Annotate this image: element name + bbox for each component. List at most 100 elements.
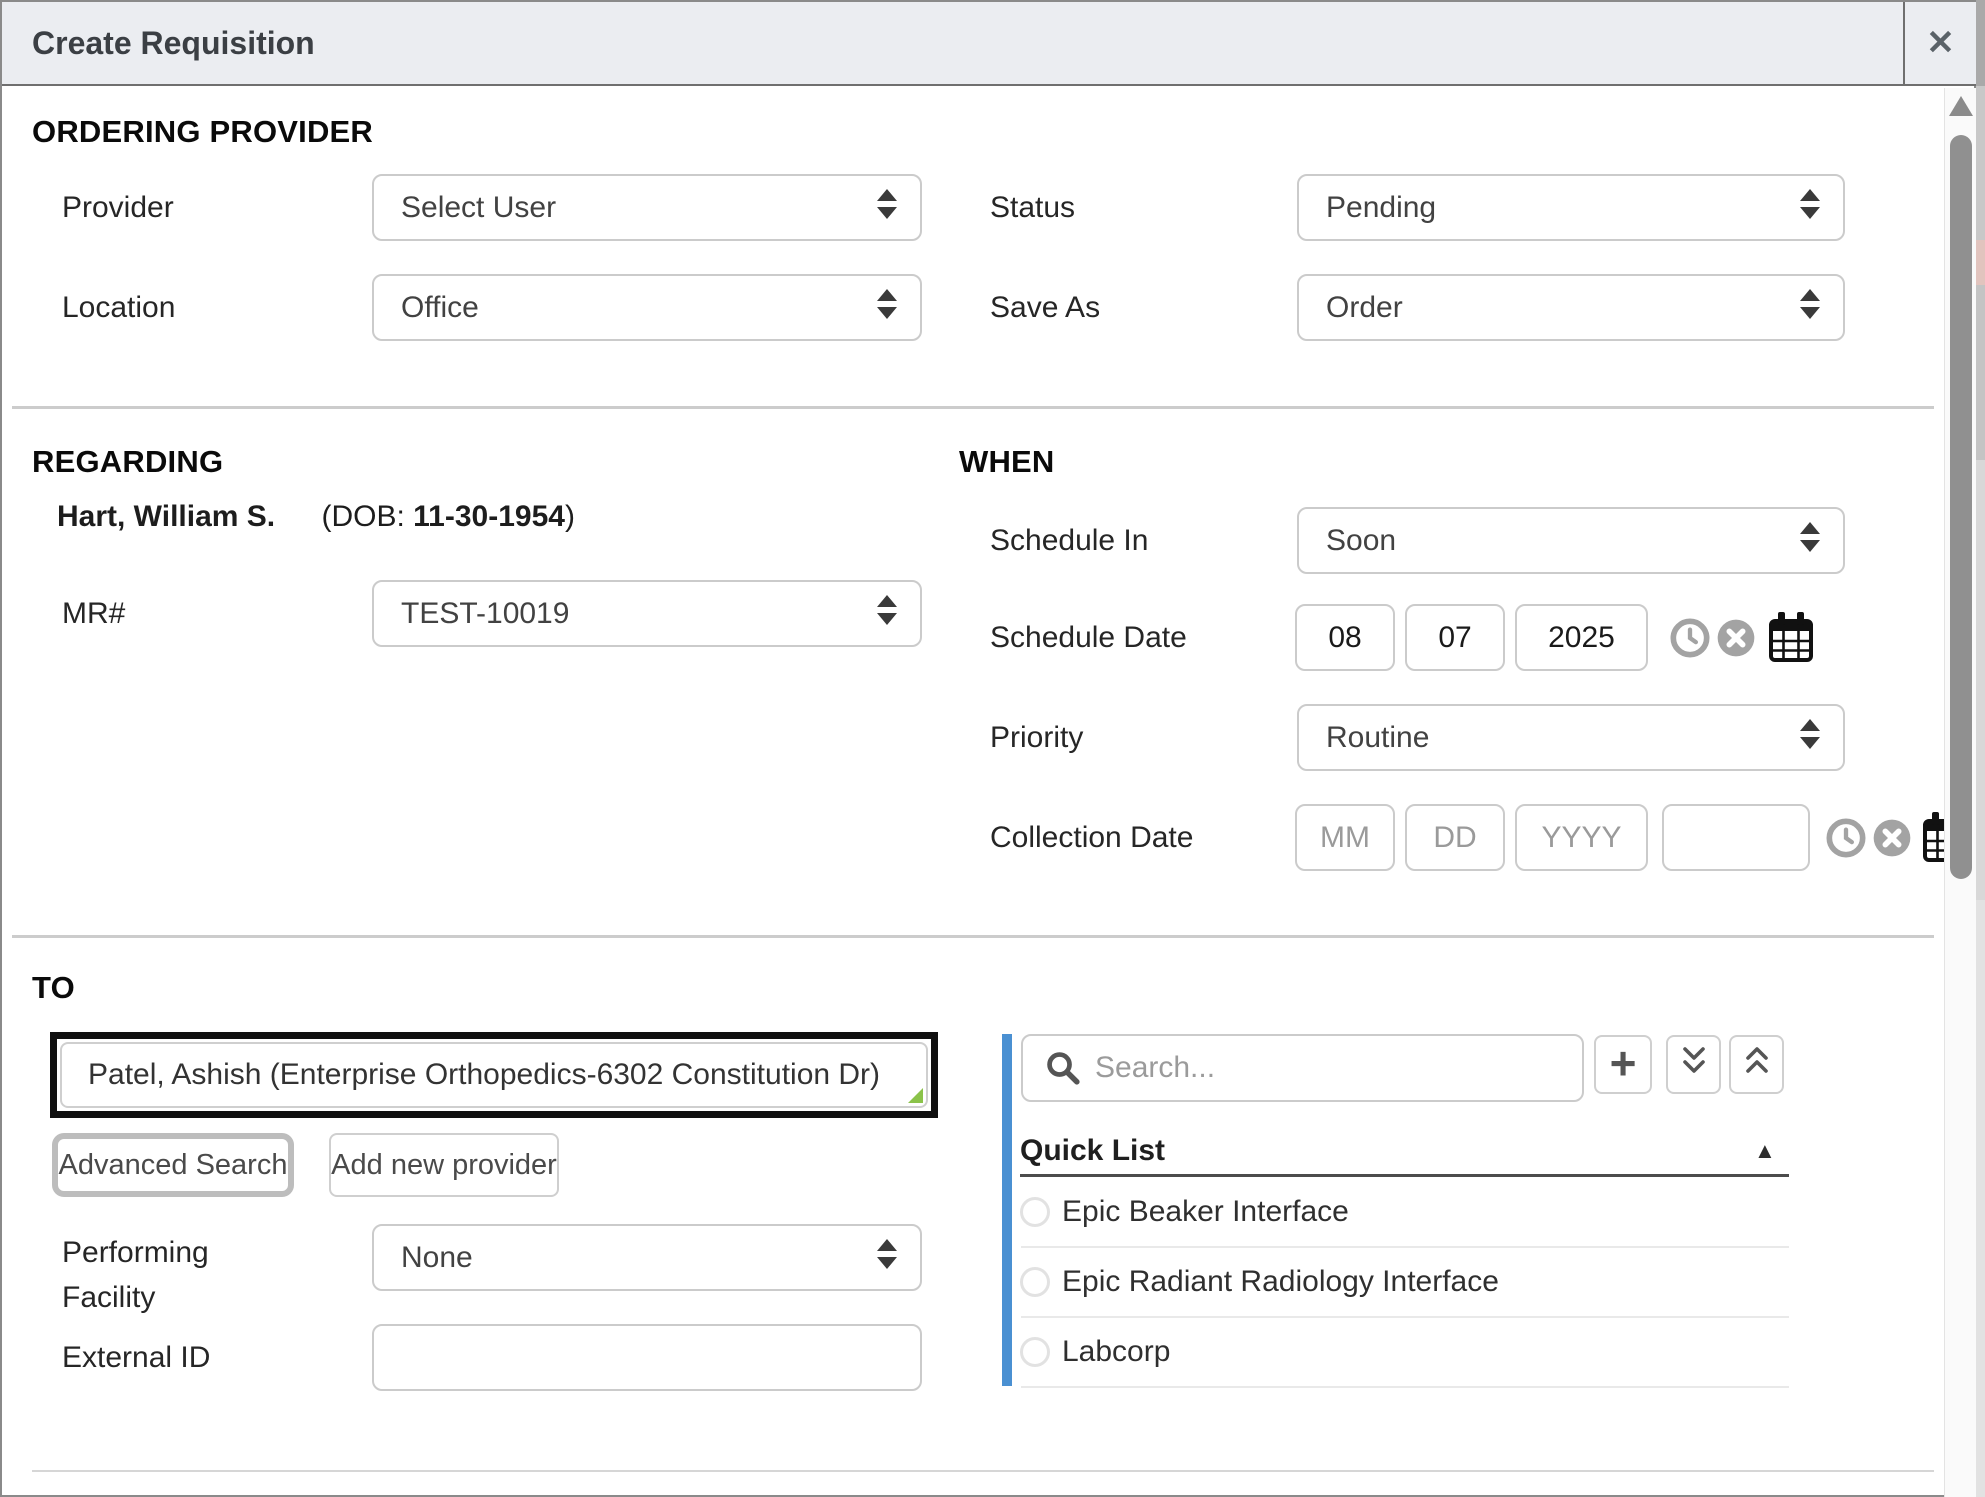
updown-icon <box>876 595 898 633</box>
priority-label: Priority <box>990 704 1083 771</box>
status-value: Pending <box>1326 191 1436 225</box>
collection-date-month-input[interactable] <box>1295 804 1395 871</box>
patient-line: Hart, William S. (DOB: 11-30-1954) <box>57 500 575 534</box>
search-icon <box>1045 1050 1081 1086</box>
ordering-provider-heading: ORDERING PROVIDER <box>32 114 373 150</box>
status-select[interactable]: Pending <box>1297 174 1845 241</box>
when-heading: WHEN <box>959 444 1055 480</box>
scrollbar-thumb[interactable] <box>1950 135 1972 879</box>
schedule-in-value: Soon <box>1326 524 1396 558</box>
advanced-search-button[interactable]: Advanced Search <box>52 1133 294 1197</box>
scrollbar-up-arrow-icon[interactable] <box>1949 96 1973 116</box>
provider-search-input[interactable] <box>1093 1050 1582 1086</box>
close-icon: ✕ <box>1926 23 1955 63</box>
quick-list-item[interactable]: Epic Radiant Radiology Interface <box>1020 1248 1789 1316</box>
patient-dob: 11-30-1954 <box>413 500 565 533</box>
scrollbar[interactable] <box>1944 88 1976 1497</box>
updown-icon <box>1799 189 1821 227</box>
quick-list-item-label: Labcorp <box>1062 1335 1170 1369</box>
recipient-select-highlighted[interactable]: Patel, Ashish (Enterprise Orthopedics-63… <box>50 1032 938 1118</box>
collection-date-clock-icon[interactable] <box>1826 818 1866 858</box>
provider-label: Provider <box>62 174 174 241</box>
quick-list-item-label: Epic Beaker Interface <box>1062 1195 1349 1229</box>
performing-facility-select[interactable]: None <box>372 1224 922 1291</box>
schedule-date-calendar-icon[interactable] <box>1768 612 1814 664</box>
schedule-date-label: Schedule Date <box>990 604 1187 671</box>
radio-icon[interactable] <box>1020 1267 1050 1297</box>
updown-icon <box>1799 719 1821 757</box>
regarding-heading: REGARDING <box>32 444 223 480</box>
external-id-input[interactable] <box>372 1324 922 1391</box>
dialog-title: Create Requisition <box>32 2 315 84</box>
mr-select[interactable]: TEST-10019 <box>372 580 922 647</box>
section-divider <box>12 406 1934 409</box>
modal-window: Create Requisition ✕ ORDERING PROVIDER P… <box>0 0 1976 1497</box>
collection-date-year-input[interactable] <box>1515 804 1648 871</box>
double-chevron-down-icon <box>1679 1045 1709 1084</box>
schedule-date-clock-icon[interactable] <box>1670 618 1710 658</box>
titlebar: Create Requisition ✕ <box>2 2 1976 86</box>
performing-facility-value: None <box>401 1241 473 1275</box>
list-divider <box>1021 1386 1789 1388</box>
mr-value: TEST-10019 <box>401 597 569 631</box>
priority-value: Routine <box>1326 721 1429 755</box>
patient-name: Hart, William S. <box>57 500 275 533</box>
provider-value: Select User <box>401 191 556 225</box>
panel-accent-bar <box>1002 1034 1012 1386</box>
schedule-date-day-input[interactable] <box>1405 604 1505 671</box>
collection-date-day-input[interactable] <box>1405 804 1505 871</box>
expand-all-button[interactable] <box>1666 1035 1721 1094</box>
add-new-provider-button[interactable]: Add new provider <box>329 1133 559 1197</box>
provider-select[interactable]: Select User <box>372 174 922 241</box>
dob-prefix: (DOB: <box>321 500 413 533</box>
close-button[interactable]: ✕ <box>1905 2 1976 84</box>
provider-search-box <box>1021 1034 1584 1102</box>
add-new-provider-label: Add new provider <box>331 1149 557 1182</box>
quick-list-item[interactable]: Labcorp <box>1020 1318 1789 1386</box>
radio-icon[interactable] <box>1020 1197 1050 1227</box>
schedule-date-month-input[interactable] <box>1295 604 1395 671</box>
background-page-edge <box>1976 0 1985 1497</box>
collection-date-label: Collection Date <box>990 804 1193 871</box>
updown-icon <box>876 1239 898 1277</box>
quick-list-item[interactable]: Epic Beaker Interface <box>1020 1178 1789 1246</box>
performing-facility-label: Performing Facility <box>62 1230 292 1320</box>
quick-list-heading: Quick List <box>1020 1134 1165 1168</box>
dob-suffix: ) <box>565 500 575 533</box>
schedule-date-clear-icon[interactable] <box>1716 618 1756 658</box>
updown-icon <box>1799 522 1821 560</box>
add-provider-button[interactable]: + <box>1594 1035 1652 1094</box>
status-label: Status <box>990 174 1075 241</box>
bottom-divider <box>32 1470 1934 1472</box>
location-label: Location <box>62 274 175 341</box>
schedule-date-year-input[interactable] <box>1515 604 1648 671</box>
recipient-value: Patel, Ashish (Enterprise Orthopedics-63… <box>88 1058 880 1092</box>
updown-icon <box>876 289 898 327</box>
advanced-search-label: Advanced Search <box>59 1149 288 1182</box>
collection-date-clear-icon[interactable] <box>1872 818 1912 858</box>
save-as-label: Save As <box>990 274 1100 341</box>
updown-icon <box>1799 289 1821 327</box>
collection-date-time-input[interactable] <box>1662 804 1810 871</box>
collapse-all-button[interactable] <box>1729 1035 1784 1094</box>
save-as-value: Order <box>1326 291 1403 325</box>
schedule-in-select[interactable]: Soon <box>1297 507 1845 574</box>
plus-icon: + <box>1610 1040 1637 1086</box>
updown-icon <box>876 189 898 227</box>
quick-list-underline <box>1020 1174 1789 1177</box>
create-requisition-dialog: Create Requisition ✕ ORDERING PROVIDER P… <box>0 0 1985 1497</box>
quick-list-item-label: Epic Radiant Radiology Interface <box>1062 1265 1499 1299</box>
section-divider <box>12 935 1934 938</box>
double-chevron-up-icon <box>1742 1045 1772 1084</box>
external-id-label: External ID <box>62 1324 210 1391</box>
location-value: Office <box>401 291 479 325</box>
radio-icon[interactable] <box>1020 1337 1050 1367</box>
save-as-select[interactable]: Order <box>1297 274 1845 341</box>
schedule-in-label: Schedule In <box>990 507 1148 574</box>
mr-label: MR# <box>62 580 125 647</box>
to-heading: TO <box>32 970 75 1006</box>
location-select[interactable]: Office <box>372 274 922 341</box>
priority-select[interactable]: Routine <box>1297 704 1845 771</box>
resize-grip-icon[interactable] <box>908 1088 923 1103</box>
quick-list-collapse-icon[interactable]: ▲ <box>1754 1138 1776 1164</box>
